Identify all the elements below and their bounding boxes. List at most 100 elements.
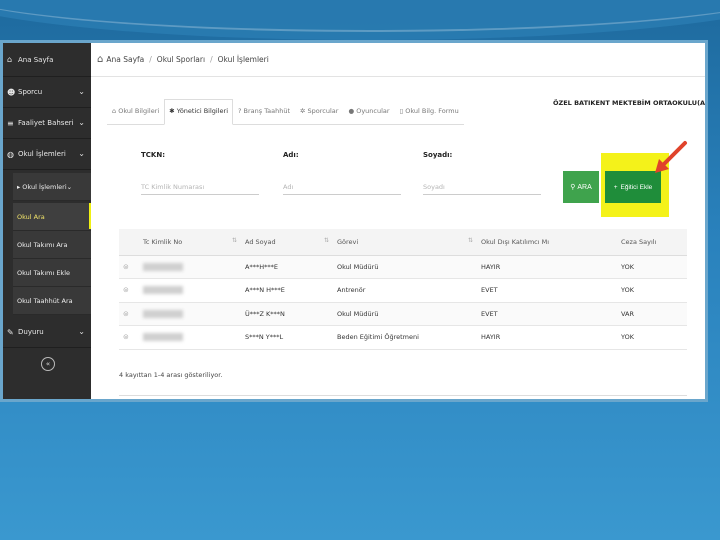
- question-icon: ?: [238, 107, 242, 115]
- sidebar-item-label: Duyuru: [18, 328, 44, 336]
- cell-name: A***N H***E: [241, 278, 333, 303]
- sidebar-item-home[interactable]: ⌂ Ana Sayfa: [3, 43, 91, 77]
- soyad-input[interactable]: [423, 173, 541, 195]
- redacted-id: [143, 286, 183, 295]
- screenshot-frame: ⌂ Ana Sayfa ☻ Sporcu ⌄ ≡ Faaliyet Bahser…: [0, 40, 708, 402]
- sidebar-subitem-label: Okul Takımı Ara: [17, 240, 68, 249]
- chevron-down-icon: ⌄: [78, 87, 85, 96]
- user-icon: ●: [348, 107, 355, 115]
- sidebar-subitem-label: Okul Ara: [17, 212, 45, 221]
- cell-penalty: YOK: [617, 255, 687, 279]
- tab-okul-bilgileri[interactable]: ⌂ Okul Bilgileri: [107, 99, 164, 125]
- table-header-external[interactable]: Okul Dışı Katılımcı Mı: [477, 229, 617, 256]
- sort-icon: ⇅: [323, 237, 329, 244]
- table-header-label: Ceza Sayılı: [621, 237, 657, 246]
- chevron-down-icon: ⌄: [78, 118, 85, 127]
- sort-icon: ⇅: [231, 237, 237, 244]
- search-button-label: ARA: [577, 183, 592, 191]
- cell-external: EVET: [477, 302, 617, 326]
- sidebar-subitem-okul-takimi-ara[interactable]: Okul Takımı Ara: [13, 231, 91, 259]
- tab-label: Yönetici Bilgileri: [176, 107, 229, 115]
- edit-icon[interactable]: ⊜: [123, 333, 129, 341]
- tab-yonetici-bilgileri[interactable]: ✱ Yönetici Bilgileri: [164, 99, 234, 125]
- redacted-id: [143, 309, 183, 318]
- ad-label: Adı:: [283, 151, 299, 159]
- table-header-name[interactable]: Ad Soyad ⇅: [241, 229, 333, 256]
- edit-icon[interactable]: ⊜: [123, 286, 129, 294]
- chevron-down-icon: ⌄: [78, 327, 85, 336]
- sidebar-subitem-okul-ara[interactable]: Okul Ara: [13, 203, 91, 231]
- tckn-input[interactable]: [141, 173, 259, 195]
- table-header-role[interactable]: Görevi ⇅: [333, 229, 477, 256]
- sidebar-item-sporcu[interactable]: ☻ Sporcu ⌄: [3, 77, 91, 108]
- search-button[interactable]: ⚲ ARA: [563, 171, 599, 203]
- soyad-label: Soyadı:: [423, 151, 453, 159]
- gear-icon: ✲: [300, 107, 306, 115]
- sidebar-subitem-label: Okul Taahhüt Ara: [17, 296, 73, 305]
- table-info-text: 4 kayıttan 1-4 arası gösteriliyor.: [119, 371, 223, 379]
- sidebar-item-duyuru[interactable]: ✎ Duyuru ⌄: [3, 317, 91, 348]
- table-row[interactable]: ⊜ S***N Y***L Beden Eğitimi Öğretmeni HA…: [119, 325, 687, 350]
- cell-role: Antrenör: [333, 278, 477, 303]
- table-header-penalty[interactable]: Ceza Sayılı: [617, 229, 687, 256]
- tab-okul-bilg-formu[interactable]: ▯ Okul Bilg. Formu: [395, 99, 464, 125]
- sidebar-subitem-label: Okul Takımı Ekle: [17, 268, 70, 277]
- school-name: ÖZEL BATIKENT MEKTEBİM ORTAOKULU(A): [553, 99, 708, 107]
- users-icon: ☻: [7, 87, 16, 97]
- plus-icon: +: [613, 183, 618, 191]
- table-header-label: Okul Dışı Katılımcı Mı: [481, 237, 550, 246]
- tab-label: Branş Taahhüt: [243, 107, 291, 115]
- globe-icon: ◍: [7, 149, 14, 159]
- divider: [119, 395, 687, 396]
- sidebar-sub-header[interactable]: ▸ Okul İşlemleri ⌄: [13, 173, 91, 201]
- sidebar-subitem-okul-takimi-ekle[interactable]: Okul Takımı Ekle: [13, 259, 91, 287]
- tab-label: Oyuncular: [356, 107, 390, 115]
- home-icon: ⌂: [112, 107, 117, 115]
- caret-right-icon: ▸: [17, 182, 21, 191]
- redacted-id: [143, 333, 183, 342]
- table-row[interactable]: ⊜ A***H***E Okul Müdürü HAYIR YOK: [119, 255, 687, 279]
- breadcrumb-separator: /: [210, 55, 213, 64]
- cell-role: Okul Müdürü: [333, 255, 477, 279]
- chevron-down-icon: ⌄: [66, 182, 73, 191]
- tab-sporcular[interactable]: ✲ Sporcular: [295, 99, 343, 125]
- tab-label: Okul Bilg. Formu: [405, 107, 459, 115]
- sidebar-sub-header-label: Okul İşlemleri: [22, 182, 67, 191]
- search-icon: ⚲: [570, 184, 576, 191]
- tab-oyuncular[interactable]: ● Oyuncular: [343, 99, 394, 125]
- edit-icon[interactable]: ⊜: [123, 263, 129, 271]
- cell-role: Beden Eğitimi Öğretmeni: [333, 325, 477, 350]
- table-row[interactable]: ⊜ Ü***Z K***N Okul Müdürü EVET VAR: [119, 302, 687, 326]
- sidebar-subitem-okul-taahhut-ara[interactable]: Okul Taahhüt Ara: [13, 287, 91, 315]
- cell-penalty: VAR: [617, 302, 687, 326]
- cell-name: A***H***E: [241, 255, 333, 279]
- sidebar-item-faaliyet[interactable]: ≡ Faaliyet Bahseri ⌄: [3, 108, 91, 139]
- breadcrumb-okul-sporlari[interactable]: Okul Sporları: [157, 55, 205, 64]
- breadcrumb-home[interactable]: Ana Sayfa: [106, 55, 144, 64]
- edit-icon[interactable]: ⊜: [123, 310, 129, 318]
- sort-icon: ⇅: [467, 237, 473, 244]
- table-row[interactable]: ⊜ A***N H***E Antrenör EVET YOK: [119, 278, 687, 303]
- sidebar-item-label: Ana Sayfa: [18, 55, 54, 64]
- list-icon: ≡: [7, 118, 14, 128]
- sidebar-item-label: Okul İşlemleri: [18, 150, 66, 158]
- cell-name: Ü***Z K***N: [241, 302, 333, 326]
- chevron-down-icon: ⌄: [78, 149, 85, 158]
- sidebar: ⌂ Ana Sayfa ☻ Sporcu ⌄ ≡ Faaliyet Bahser…: [3, 43, 91, 399]
- sidebar-item-okul-islemleri[interactable]: ◍ Okul İşlemleri ⌄: [3, 139, 91, 170]
- home-icon: ⌂: [7, 55, 13, 64]
- tab-bar: ⌂ Okul Bilgileri ✱ Yönetici Bilgileri ? …: [107, 99, 464, 125]
- tab-label: Okul Bilgileri: [118, 107, 160, 115]
- sidebar-collapse-button[interactable]: «: [41, 357, 55, 371]
- tab-brans-taahhut[interactable]: ? Branş Taahhüt: [233, 99, 295, 125]
- trainer-table: Tc Kimlik No ⇅ Ad Soyad ⇅ Görevi ⇅ Okul Dış…: [119, 229, 687, 350]
- breadcrumb-separator: /: [149, 55, 152, 64]
- sidebar-item-label: Sporcu: [18, 88, 43, 96]
- breadcrumb-okul-islemleri: Okul İşlemleri: [217, 55, 269, 64]
- table-header-label: Görevi: [337, 237, 359, 246]
- table-header-tc[interactable]: Tc Kimlik No ⇅: [139, 229, 241, 256]
- file-icon: ▯: [399, 107, 404, 115]
- red-arrow-annotation: [655, 141, 687, 173]
- ad-input[interactable]: [283, 173, 401, 195]
- cell-name: S***N Y***L: [241, 325, 333, 350]
